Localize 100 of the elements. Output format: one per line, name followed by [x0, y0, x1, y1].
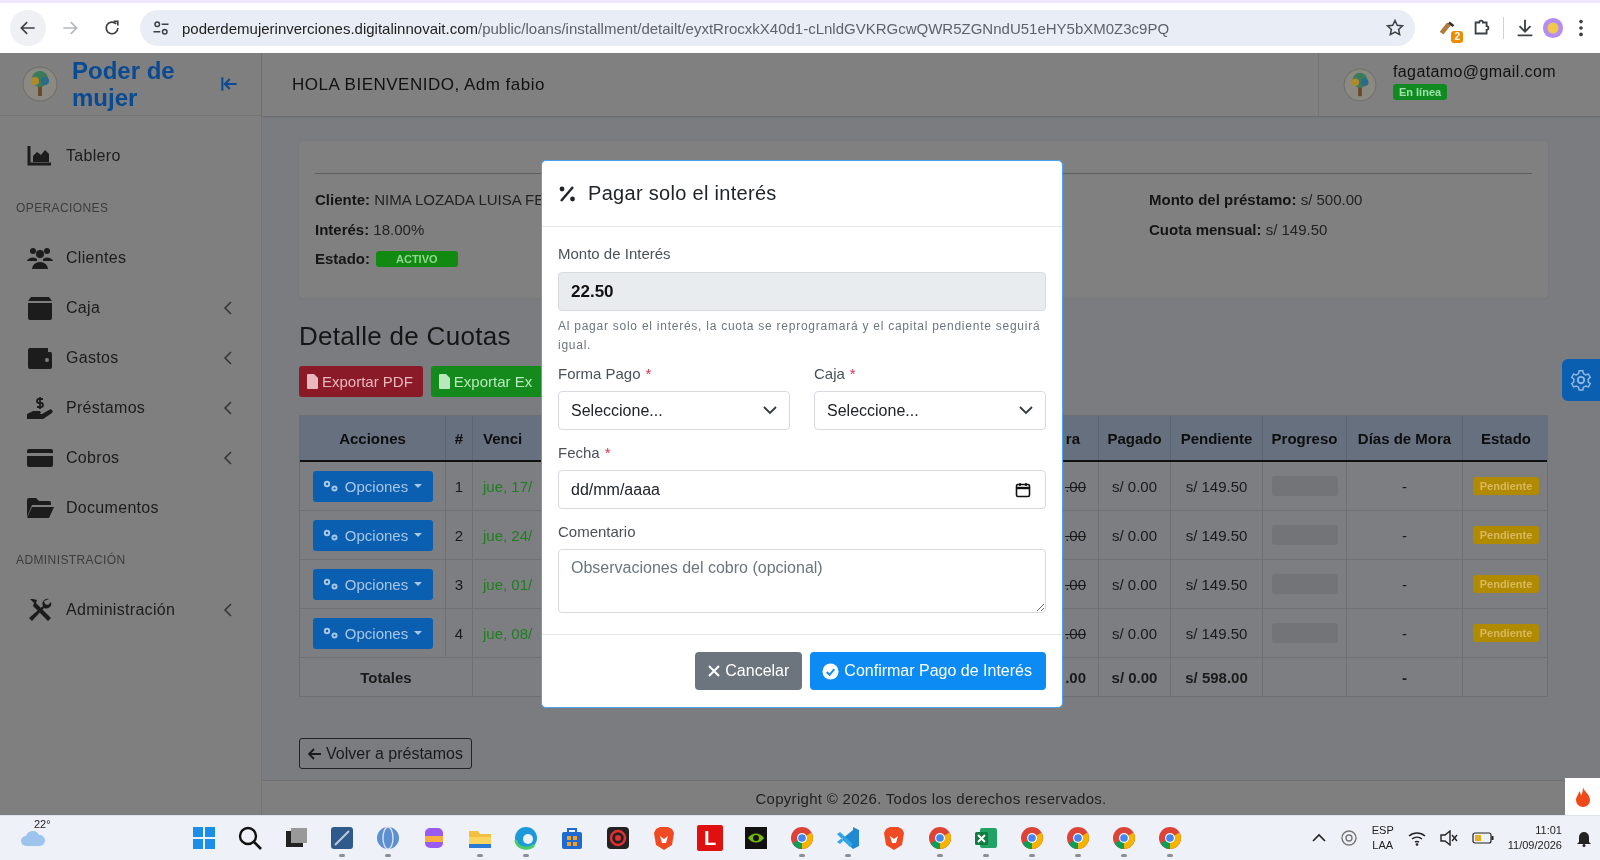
browser-icon	[513, 825, 539, 851]
running-indicator	[1167, 854, 1173, 857]
date-field[interactable]: dd/mm/aaaa	[558, 470, 1046, 509]
mora-days: -	[1402, 526, 1407, 544]
cancel-button[interactable]: Cancelar	[695, 652, 803, 690]
sidebar-item[interactable]: Clientes	[0, 233, 261, 283]
options-button[interactable]: Opciones	[312, 519, 433, 551]
running-indicator	[523, 854, 529, 857]
column-header: Estado	[1481, 429, 1531, 447]
chrome-icon	[1065, 825, 1091, 851]
logo-icon	[22, 66, 58, 102]
wallet-icon	[26, 345, 54, 371]
total-paid: s/ 0.00	[1111, 668, 1158, 686]
field-label: Estado:	[315, 250, 370, 267]
paid-amount: s/ 0.00	[1112, 477, 1157, 495]
logo-icon	[1342, 67, 1377, 102]
close-icon	[708, 665, 721, 677]
comment-field[interactable]: Observaciones del cobro (opcional)	[558, 549, 1046, 613]
pending-amount: s/ 149.50	[1185, 477, 1248, 495]
wifi-icon[interactable]	[1407, 830, 1426, 846]
chrome-icon	[927, 825, 953, 851]
running-indicator	[799, 854, 805, 857]
confirm-button[interactable]: Confirmar Pago de Interés	[810, 652, 1046, 690]
address-bar[interactable]: poderdemujerinverciones.digitalinnovait.com/public/loans/installment/detailt/eyxtRrocxkX40d1-cLnldGVKRGcwQWR5ZGNndU51eHY5bXM0Z3c9PQ	[140, 10, 1415, 46]
calendar-icon	[1015, 481, 1031, 498]
notification-bell-icon[interactable]	[1576, 829, 1592, 847]
field-label: Monto de Interés	[558, 244, 671, 262]
spreadsheet-icon	[973, 825, 999, 851]
due-date: jue, 24/	[483, 526, 533, 544]
required-mark: *	[849, 364, 856, 382]
sidebar-item[interactable]: Documentos	[0, 483, 261, 533]
table-cell: .00	[1065, 477, 1086, 495]
back-button[interactable]: Volver a préstamos	[299, 738, 472, 769]
total-mora: -	[1402, 668, 1407, 686]
chart-icon	[26, 143, 54, 169]
mora-days: -	[1402, 624, 1407, 642]
running-indicator	[1029, 854, 1035, 857]
select-field[interactable]: Seleccione...	[814, 391, 1046, 430]
amount-field[interactable]: 22.50	[558, 272, 1046, 311]
paid-amount: s/ 0.00	[1112, 526, 1157, 544]
clock-time[interactable]: 11:01	[1535, 823, 1562, 838]
status-badge: Pendiente	[1472, 477, 1540, 495]
battery-icon[interactable]	[1471, 832, 1494, 844]
gears-icon	[321, 479, 340, 493]
export-pdf-button[interactable]: Exportar PDF	[299, 366, 423, 397]
chevron-icon	[223, 351, 233, 365]
globe-icon	[375, 825, 401, 851]
settings-button[interactable]	[1562, 359, 1600, 401]
help-text: Al pagar solo el interés, la cuota se reprogramará y el capital pendiente seguirá igual.	[558, 318, 1042, 354]
chrome-icon	[1019, 825, 1045, 851]
url-text: poderdemujerinverciones.digitalinnovait.com/public/loans/installment/detailt/eyxtRrocxkX40d1-cLnldGVKRGcwQWR5ZGNndU51eHY5bXM0Z3c9PQ	[182, 19, 1171, 37]
sidebar-item[interactable]: Cobros	[0, 433, 261, 483]
chevron-up-icon[interactable]	[1311, 833, 1326, 843]
options-button[interactable]: Opciones	[312, 617, 433, 649]
brand-name[interactable]: Poder de mujer	[72, 57, 205, 111]
paid-amount: s/ 0.00	[1112, 624, 1157, 642]
document-icon	[438, 374, 450, 389]
speaker-muted-icon[interactable]	[1439, 830, 1458, 846]
users-icon	[26, 245, 54, 271]
chrome-icon	[789, 825, 815, 851]
column-header: Progreso	[1271, 429, 1338, 447]
loan-detail: Interés: 18.00%	[315, 220, 425, 239]
options-button[interactable]: Opciones	[312, 470, 433, 502]
chevron-icon	[223, 451, 233, 465]
avatar-icon[interactable]	[1542, 17, 1564, 39]
user-email: fagatamo@gmail.com	[1392, 63, 1556, 81]
mora-days: -	[1402, 477, 1407, 495]
back-arrow-button[interactable]	[10, 10, 46, 46]
settings-icon	[1570, 369, 1592, 391]
sidebar-item[interactable]: Gastos	[0, 333, 261, 383]
totals-label: Totales	[360, 668, 412, 686]
document-icon	[307, 374, 318, 389]
status-badge: Pendiente	[1472, 575, 1540, 593]
column-header: Venci	[483, 429, 523, 447]
chevron-down-icon	[1019, 406, 1033, 415]
running-indicator	[937, 854, 943, 857]
language-indicator[interactable]: ESP LAA	[1371, 823, 1394, 853]
sidebar-item[interactable]: Administración	[0, 585, 261, 635]
options-button[interactable]: Opciones	[312, 568, 433, 600]
star-icon[interactable]	[1385, 18, 1405, 38]
table-cell: .00	[1065, 624, 1086, 642]
table-cell: .00	[1065, 526, 1086, 544]
select-field[interactable]: Seleccione...	[558, 391, 790, 430]
required-mark: *	[604, 443, 611, 461]
caret-icon	[413, 483, 424, 489]
loan-detail: Cuota mensual: s/ 149.50	[1149, 220, 1328, 239]
chevron-icon	[223, 603, 233, 617]
clock-date[interactable]: 11/09/2026	[1507, 838, 1562, 853]
collapse-sidebar-icon[interactable]	[219, 74, 239, 94]
sidebar-item[interactable]: Tablero	[0, 131, 261, 181]
running-indicator	[1075, 854, 1081, 857]
arrow-left-icon	[308, 747, 322, 760]
section-heading: OPERACIONES	[15, 200, 110, 217]
running-indicator	[983, 854, 989, 857]
chevron-down-icon	[763, 406, 777, 415]
sidebar-item[interactable]: Préstamos	[0, 383, 261, 433]
status-badge: En línea	[1392, 84, 1448, 100]
sidebar-item[interactable]: Caja	[0, 283, 261, 333]
greeting-text: HOLA BIENVENIDO, Adm fabio	[292, 74, 546, 95]
taskbar-app[interactable]: L	[692, 818, 728, 858]
